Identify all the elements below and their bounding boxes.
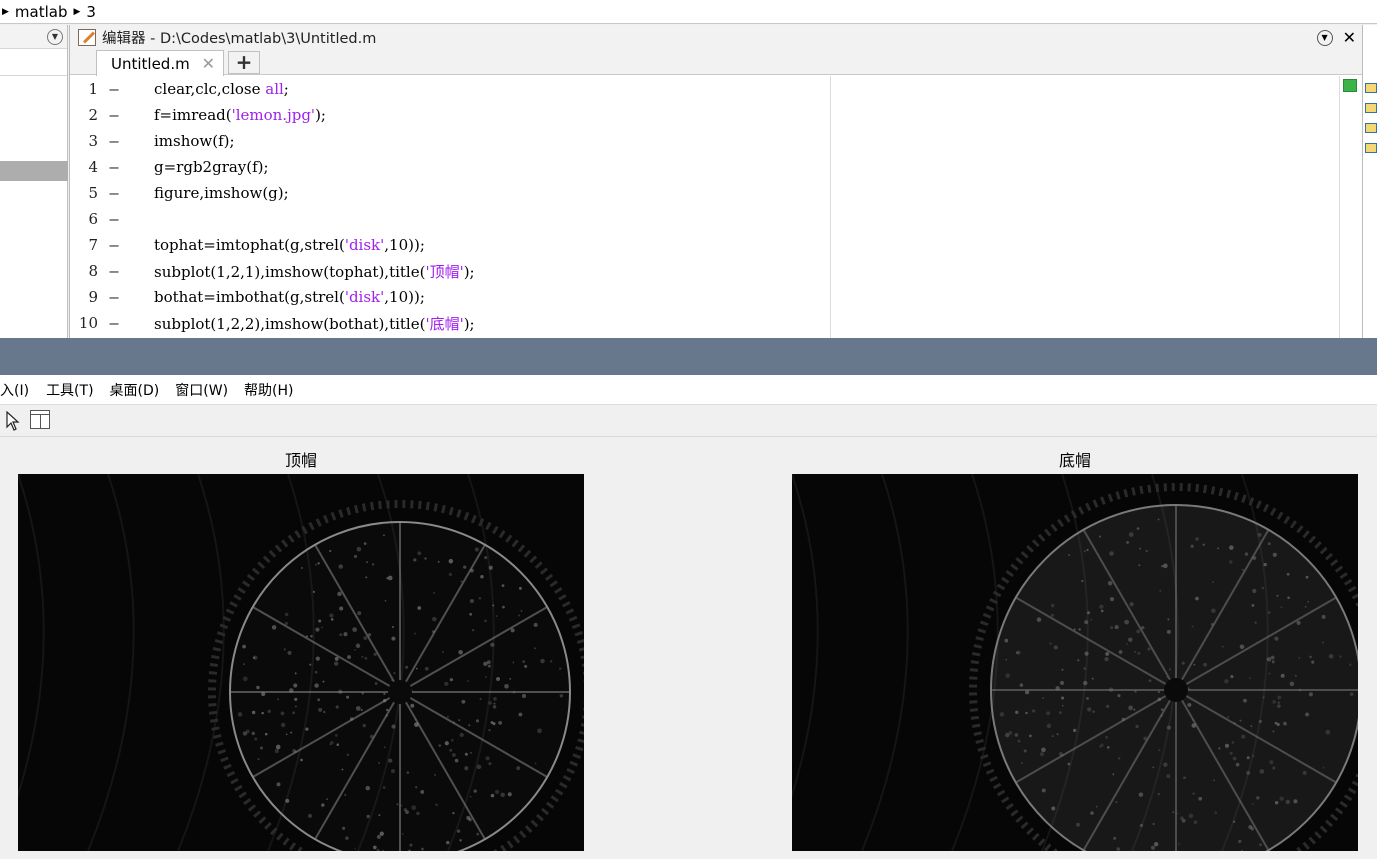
close-tab-icon[interactable]: ✕ <box>202 54 215 73</box>
editor-title: 编辑器 - D:\Codes\matlab\3\Untitled.m <box>102 30 377 47</box>
code-line[interactable]: 5 — figure,imshow(g); <box>70 180 830 206</box>
right-margin-line <box>830 76 831 338</box>
variable-icon <box>1365 83 1377 93</box>
workspace-panel-edge <box>1362 25 1377 338</box>
menu-item[interactable]: 桌面(D) <box>110 380 160 400</box>
figure-toolbar <box>0 405 1377 437</box>
breakpoint-marker[interactable]: — <box>104 106 124 124</box>
code-area[interactable]: 1 — clear,clc,close all; 2 — f=imread('lemon.… <box>70 76 1363 338</box>
breakpoint-marker[interactable]: — <box>104 288 124 306</box>
editor-titlebar: 编辑器 - D:\Codes\matlab\3\Untitled.m ▼ ✕ <box>70 25 1362 49</box>
code-line[interactable]: 10 — subplot(1,2,2),imshow(bothat),title('… <box>70 310 830 336</box>
code-line[interactable]: 7 — tophat=imtophat(g,strel('disk',10)); <box>70 232 830 258</box>
code-text: figure,imshow(g); <box>154 184 289 202</box>
variable-icon <box>1365 103 1377 113</box>
code-text: tophat=imtophat(g,strel('disk',10)); <box>154 236 425 254</box>
editor-window: 编辑器 - D:\Codes\matlab\3\Untitled.m ▼ ✕ U… <box>69 25 1363 338</box>
axes-title-tophat: 顶帽 <box>284 451 317 470</box>
breadcrumb-item[interactable]: ▶ 3 <box>74 3 96 21</box>
code-text: subplot(1,2,2),imshow(bothat),title('底帽'… <box>154 314 475 333</box>
code-text: clear,clc,close all; <box>154 80 289 98</box>
line-number: 3 <box>88 132 98 150</box>
menu-item[interactable]: 帮助(H) <box>244 380 293 400</box>
code-line[interactable]: 6— <box>70 206 830 232</box>
line-number: 10 <box>78 314 98 332</box>
variable-icon <box>1365 123 1377 133</box>
selected-file-row[interactable] <box>0 161 68 181</box>
code-line[interactable]: 2 — f=imread('lemon.jpg'); <box>70 102 830 128</box>
close-icon[interactable]: ✕ <box>1343 28 1356 47</box>
code-text: subplot(1,2,1),imshow(tophat),title('顶帽'… <box>154 262 475 281</box>
code-text: g=rgb2gray(f); <box>154 158 269 176</box>
breakpoint-marker[interactable]: — <box>104 132 124 150</box>
line-number: 7 <box>88 236 98 254</box>
code-line[interactable]: 3 — imshow(f); <box>70 128 830 154</box>
bothat-image <box>792 474 1358 851</box>
code-text: imshow(f); <box>154 132 235 150</box>
current-folder-panel: ▼ <box>0 25 68 338</box>
chevron-right-icon: ▶ <box>2 6 9 17</box>
property-editor-icon[interactable] <box>30 410 50 429</box>
line-number: 4 <box>88 158 98 176</box>
breakpoint-marker[interactable]: — <box>104 80 124 98</box>
chevron-right-icon: ▶ <box>73 6 81 17</box>
menu-item[interactable]: 窗口(W) <box>175 380 228 400</box>
panel-header: ▼ <box>0 25 67 49</box>
tophat-image <box>18 474 584 851</box>
code-analyzer-status-icon[interactable] <box>1343 79 1357 92</box>
tab-label: Untitled.m <box>111 54 190 73</box>
address-breadcrumb: ▶ matlab ▶ 3 <box>0 0 1377 24</box>
breadcrumb-label: 3 <box>86 2 96 21</box>
breakpoint-marker[interactable]: — <box>104 210 124 228</box>
code-line[interactable]: 1 — clear,clc,close all; <box>70 76 830 102</box>
line-number: 8 <box>88 262 98 280</box>
new-tab-button[interactable]: + <box>228 51 260 74</box>
menu-item[interactable]: 工具(T) <box>46 380 93 400</box>
figure-canvas: 顶帽 底帽 <box>0 438 1377 859</box>
vertical-scrollbar[interactable] <box>1339 76 1363 338</box>
pointer-icon[interactable] <box>6 410 20 431</box>
line-number: 5 <box>88 184 98 202</box>
breakpoint-marker[interactable]: — <box>104 262 124 280</box>
breadcrumb-item[interactable]: ▶ matlab <box>2 3 68 21</box>
code-line[interactable]: 8 — subplot(1,2,1),imshow(tophat),title('顶… <box>70 258 830 284</box>
axes-title-bothat: 底帽 <box>1058 451 1091 470</box>
breakpoint-marker[interactable]: — <box>104 236 124 254</box>
breadcrumb-label: matlab <box>14 2 68 21</box>
code-line[interactable]: 9 — bothat=imbothat(g,strel('disk',10)); <box>70 284 830 310</box>
code-text: bothat=imbothat(g,strel('disk',10)); <box>154 288 425 306</box>
breakpoint-marker[interactable]: — <box>104 314 124 332</box>
variable-icon <box>1365 143 1377 153</box>
menu-item[interactable]: 入(I) <box>0 380 29 400</box>
line-number: 2 <box>88 106 98 124</box>
breakpoint-marker[interactable]: — <box>104 184 124 202</box>
figure-menubar: 入(I) 工具(T) 桌面(D) 窗口(W) 帮助(H) <box>0 375 1377 405</box>
line-number: 1 <box>88 80 98 98</box>
chevron-down-icon[interactable]: ▼ <box>1316 29 1333 46</box>
panel-menu-button[interactable]: ▼ <box>47 29 63 45</box>
line-number: 6 <box>88 210 98 228</box>
breakpoint-marker[interactable]: — <box>104 158 124 176</box>
code-text: f=imread('lemon.jpg'); <box>154 106 326 124</box>
code-line[interactable]: 4 — g=rgb2gray(f); <box>70 154 830 180</box>
tab-untitled[interactable]: Untitled.m ✕ <box>96 50 224 76</box>
editor-icon <box>78 28 96 46</box>
editor-tabbar: Untitled.m ✕ + <box>70 49 1362 76</box>
line-number: 9 <box>88 288 98 306</box>
window-splitter[interactable] <box>0 338 1377 375</box>
panel-path-row <box>0 49 67 76</box>
